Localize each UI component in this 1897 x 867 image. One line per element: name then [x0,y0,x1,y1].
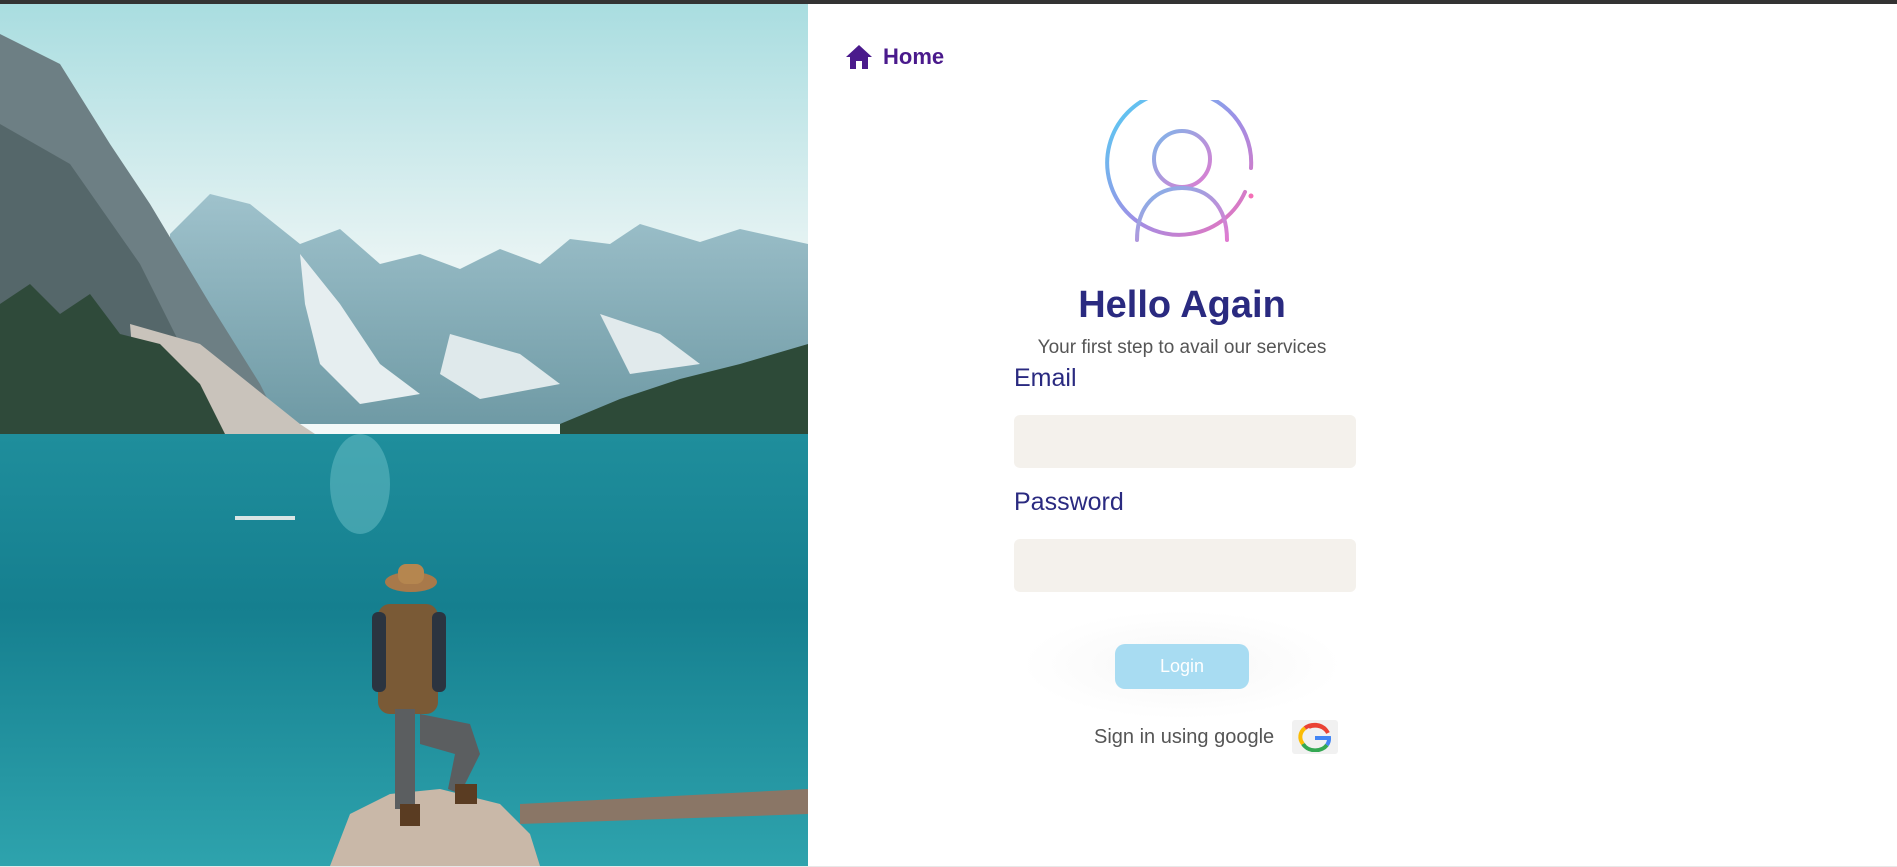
password-label: Password [1014,488,1124,516]
google-icon[interactable] [1292,720,1339,754]
page-title: Hello Again [1078,284,1286,326]
login-button[interactable]: Login [1115,644,1249,689]
user-avatar-icon [1105,88,1259,254]
page-subtitle: Your first step to avail our services [1037,337,1327,358]
google-signin-row: Sign in using google [1094,720,1339,754]
email-label: Email [1014,364,1077,392]
password-field[interactable] [1014,539,1356,592]
home-link[interactable]: Home [845,44,944,70]
hero-image [0,4,808,866]
home-label: Home [883,44,945,69]
google-signin-text: Sign in using google [1094,725,1275,748]
email-field[interactable] [1014,415,1356,468]
home-icon [845,44,873,70]
